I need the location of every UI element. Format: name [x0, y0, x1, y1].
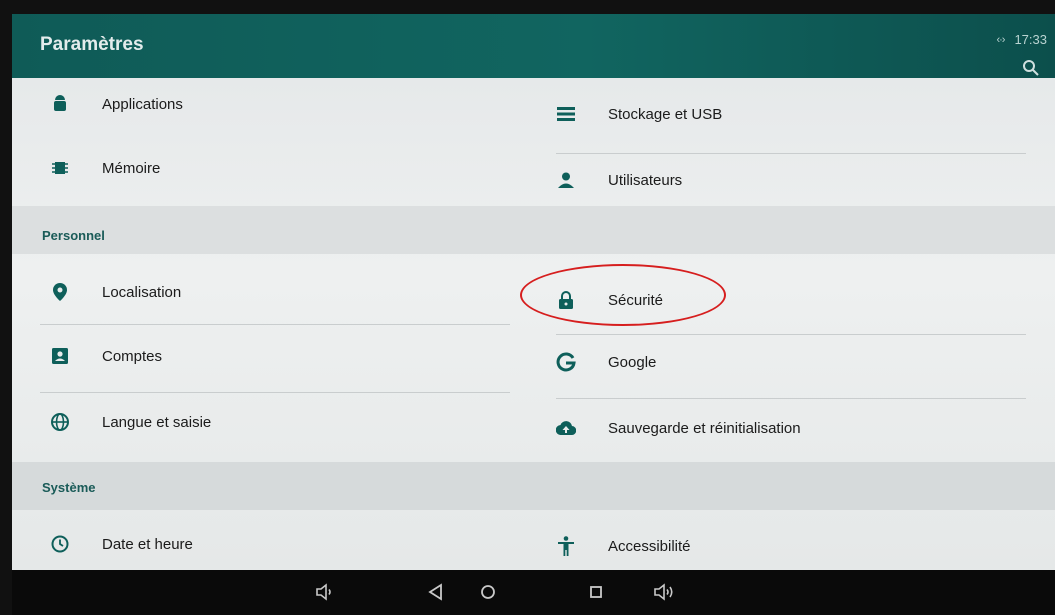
settings-screen: Paramètres ‹·› 17:33 Applications Mémoir… [0, 0, 1055, 615]
divider [40, 324, 510, 325]
search-icon[interactable] [1021, 58, 1041, 78]
person-icon [556, 170, 576, 190]
settings-item-utilisateurs[interactable]: Utilisateurs [556, 152, 1036, 208]
section-header-bg [12, 206, 1055, 254]
sync-icon: ‹·› [996, 33, 1005, 46]
storage-icon [556, 104, 576, 124]
item-label: Accessibilité [608, 537, 691, 555]
section-header-systeme: Système [42, 480, 96, 495]
account-icon [50, 346, 70, 366]
clock-icon [50, 534, 70, 554]
settings-item-sauvegarde[interactable]: Sauvegarde et réinitialisation [556, 400, 1036, 456]
back-icon[interactable] [424, 580, 448, 604]
home-icon[interactable] [476, 580, 500, 604]
volume-up-icon[interactable] [652, 580, 676, 604]
navigation-bar [12, 570, 1055, 615]
item-label: Applications [102, 95, 183, 113]
item-label: Langue et saisie [102, 413, 212, 431]
settings-list: Applications Mémoire Stockage et USB Uti… [12, 78, 1055, 570]
page-title: Paramètres [40, 34, 144, 55]
divider [556, 398, 1026, 399]
settings-item-applications[interactable]: Applications [12, 76, 512, 132]
android-icon [50, 94, 70, 114]
settings-item-memoire[interactable]: Mémoire [12, 140, 512, 196]
memory-icon [50, 158, 70, 178]
settings-item-google[interactable]: Google [556, 334, 1036, 390]
item-label: Google [608, 353, 657, 371]
item-label: Date et heure [102, 535, 193, 553]
google-icon [556, 352, 576, 372]
status-bar: ‹·› 17:33 [996, 32, 1047, 47]
item-label: Stockage et USB [608, 105, 723, 123]
section-header-bg [12, 462, 1055, 510]
item-label: Utilisateurs [608, 171, 683, 189]
settings-item-langue[interactable]: Langue et saisie [12, 394, 512, 450]
app-bar: Paramètres ‹·› 17:33 [12, 14, 1055, 82]
cloud-upload-icon [556, 418, 576, 438]
item-label: Mémoire [102, 159, 161, 177]
section-header-personnel: Personnel [42, 228, 105, 243]
location-icon [50, 282, 70, 302]
clock-time: 17:33 [1014, 32, 1047, 47]
item-label: Comptes [102, 347, 163, 365]
settings-item-comptes[interactable]: Comptes [12, 328, 512, 384]
highlight-ellipse [520, 264, 726, 326]
volume-down-icon[interactable] [314, 580, 338, 604]
item-label: Sauvegarde et réinitialisation [608, 419, 801, 437]
settings-item-accessibilite[interactable]: Accessibilité [556, 518, 1036, 574]
settings-item-stockage[interactable]: Stockage et USB [556, 86, 1036, 142]
recents-icon[interactable] [584, 580, 608, 604]
globe-icon [50, 412, 70, 432]
accessibility-icon [556, 536, 576, 556]
settings-item-localisation[interactable]: Localisation [12, 264, 512, 320]
settings-item-date-heure[interactable]: Date et heure [12, 516, 512, 572]
divider [40, 392, 510, 393]
item-label: Localisation [102, 283, 182, 301]
